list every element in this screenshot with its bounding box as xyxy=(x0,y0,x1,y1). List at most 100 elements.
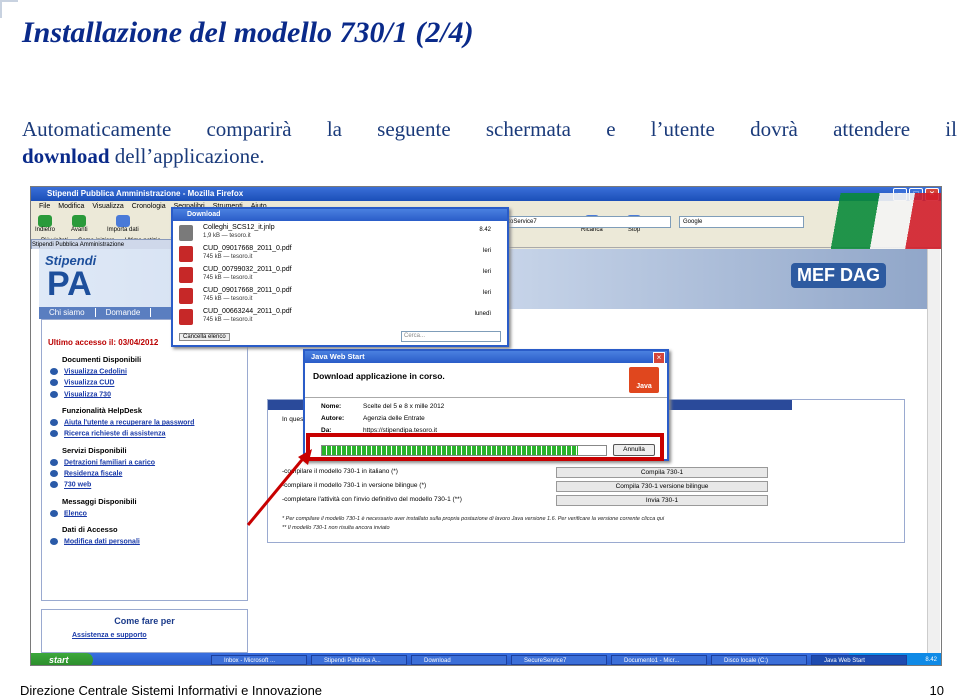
file-icon xyxy=(179,309,193,325)
menu-item[interactable]: Cronologia xyxy=(132,203,166,210)
java-logo: Java xyxy=(629,367,659,393)
jws-close-button[interactable]: × xyxy=(653,352,665,364)
taskbar-button[interactable]: SecureService7 xyxy=(511,655,607,665)
search-bar[interactable]: Google xyxy=(679,216,804,228)
sidebar-link[interactable]: Visualizza Cedolini xyxy=(50,368,247,375)
site-nav-tab[interactable]: Chi siamo xyxy=(39,308,96,317)
jws-field-label: Autore: xyxy=(321,415,345,422)
page-number: 10 xyxy=(929,683,944,698)
toolbar-label: Avanti xyxy=(71,227,88,233)
sidebar-link[interactable]: Detrazioni familiari a carico xyxy=(50,459,247,466)
jws-field-value: Scelte del 5 e 8 x mille 2012 xyxy=(363,403,445,410)
intro-word: attendere xyxy=(833,117,911,141)
intro-word: comparirà xyxy=(206,117,292,141)
file-icon xyxy=(179,246,193,262)
windows-taskbar: start 8.42 Inbox - Microsoft ... Stipendi… xyxy=(31,653,941,665)
taskbar-button[interactable]: Inbox - Microsoft ... xyxy=(211,655,307,665)
clear-list-button[interactable]: Cancella elenco xyxy=(179,333,230,341)
help-link[interactable]: Assistenza e supporto xyxy=(72,632,247,639)
sidebar-link[interactable]: Visualizza CUD xyxy=(50,379,247,387)
url-bar[interactable]: atoService7 xyxy=(501,216,671,228)
jws-field-label: Nome: xyxy=(321,403,342,410)
page-scrollbar[interactable] xyxy=(927,249,940,653)
help-title: Come fare per xyxy=(114,616,175,626)
site-nav-tab[interactable]: Domande xyxy=(95,308,152,317)
download-item[interactable]: CUD_09017668_2011_0.pdf 745 kB — tesoro.i… xyxy=(179,244,497,264)
toolbar-icon xyxy=(72,215,87,227)
sidebar-link[interactable]: Elenco xyxy=(50,510,247,517)
sidebar-link[interactable]: Aiuta l'utente a recuperare la password xyxy=(50,419,247,426)
taskbar-button[interactable]: Download xyxy=(411,655,507,665)
download-time: lunedì xyxy=(474,311,491,317)
jws-field: Autore: Agenzia delle Entrate xyxy=(321,415,425,422)
intro-word: dovrà xyxy=(750,117,798,141)
sidebar-link[interactable]: 730 web xyxy=(50,481,247,489)
toolbar-icon xyxy=(115,215,130,227)
jws-field: Nome: Scelte del 5 e 8 x mille 2012 xyxy=(321,403,444,410)
sidebar-link[interactable]: Ricerca richieste di assistenza xyxy=(50,430,247,438)
start-button[interactable]: start xyxy=(31,653,93,665)
main-action-button[interactable]: Compila 730-1 xyxy=(556,467,768,478)
site-nav-tabs: Chi siamo Domande xyxy=(39,307,189,319)
browser-window-title: Stipendi Pubblica Amministrazione - Mozi… xyxy=(47,189,244,198)
intro-word: l’utente xyxy=(650,117,715,141)
sidebar-section-title: Servizi Disponibili xyxy=(62,445,127,455)
mef-dag-logo: MEF DAG xyxy=(791,263,886,288)
sidebar-section-title: Dati di Accesso xyxy=(62,525,118,535)
download-item[interactable]: CUD_00799032_2011_0.pdf 745 kB — tesoro.i… xyxy=(179,265,497,285)
download-size: 745 kB — tesoro.it xyxy=(203,317,253,323)
main-action-button[interactable]: Invia 730-1 xyxy=(556,495,768,506)
download-time: 8.42 xyxy=(479,227,491,233)
intro-bold-word: download xyxy=(22,144,110,168)
help-box: Come fare per Assistenza e supporto xyxy=(41,609,248,653)
download-search-input[interactable]: Cerca... xyxy=(401,331,501,342)
intro-line-2: download dell’applicazione. xyxy=(22,143,957,170)
embedded-screenshot: Stipendi Pubblica Amministrazione - Mozi… xyxy=(30,186,942,666)
jws-heading: Download applicazione in corso. xyxy=(313,371,445,381)
slide-corner-decoration xyxy=(0,0,18,18)
toolbar-button[interactable]: Indietro xyxy=(35,215,55,233)
sidebar-link[interactable]: Residenza fiscale xyxy=(50,470,247,477)
menu-item[interactable]: Modifica xyxy=(58,203,84,210)
sidebar-link[interactable]: Visualizza 730 xyxy=(50,391,247,398)
file-icon xyxy=(179,267,193,283)
jws-field-value: Agenzia delle Entrate xyxy=(363,415,425,422)
toolbar-button[interactable]: Avanti xyxy=(71,215,88,233)
red-arrow-icon xyxy=(246,449,312,526)
download-filename: CUD_09017668_2011_0.pdf xyxy=(203,245,292,252)
sidebar-section-title: Messaggi Disponibili xyxy=(62,496,137,506)
download-time: Ieri xyxy=(482,248,491,254)
download-size: 745 kB — tesoro.it xyxy=(203,296,253,302)
download-window-title: Download xyxy=(173,209,507,221)
download-filename: CUD_00799032_2011_0.pdf xyxy=(203,266,292,273)
download-item[interactable]: CUD_09017668_2011_0.pdf 745 kB — tesoro.i… xyxy=(179,286,497,306)
sidebar-section-title: Funzionalità HelpDesk xyxy=(62,406,143,416)
toolbar-icon xyxy=(38,215,52,227)
taskbar-button[interactable]: Disco locale (C:) xyxy=(711,655,807,665)
pa-logo: PA xyxy=(47,265,92,303)
download-item[interactable]: CUD_00663244_2011_0.pdf 745 kB — tesoro.i… xyxy=(179,307,497,327)
taskbar-button[interactable]: Documento1 - Micr... xyxy=(611,655,707,665)
highlight-box xyxy=(306,433,664,461)
download-time: Ieri xyxy=(482,269,491,275)
intro-word: la xyxy=(326,117,342,141)
download-time: Ieri xyxy=(482,290,491,296)
download-item[interactable]: Colleghi_SCS12_it.jnlp 1,9 kB — tesoro.it… xyxy=(179,223,497,243)
toolbar-button[interactable]: Importa dati xyxy=(107,215,139,233)
jws-divider xyxy=(305,397,667,398)
sidebar-link[interactable]: Modifica dati personali xyxy=(50,538,247,545)
jws-title: Java Web Start xyxy=(305,351,667,363)
file-icon xyxy=(179,288,193,304)
download-size: 745 kB — tesoro.it xyxy=(203,275,253,281)
intro-rest: dell’applicazione. xyxy=(114,144,265,168)
footnote: * Per compilare il modello 730-1 è neces… xyxy=(282,516,665,522)
intro-word: Automaticamente xyxy=(22,117,172,141)
browser-titlebar: Stipendi Pubblica Amministrazione - Mozi… xyxy=(31,187,941,201)
menu-item[interactable]: File xyxy=(39,203,50,210)
taskbar-button[interactable]: Java Web Start xyxy=(811,655,907,665)
slide-title: Installazione del modello 730/1 (2/4) xyxy=(22,16,474,49)
taskbar-button[interactable]: Stipendi Pubblica A... xyxy=(311,655,407,665)
italian-flag-image xyxy=(821,193,941,253)
main-action-button[interactable]: Compila 730-1 versione bilingue xyxy=(556,481,768,492)
menu-item[interactable]: Visualizza xyxy=(92,203,123,210)
